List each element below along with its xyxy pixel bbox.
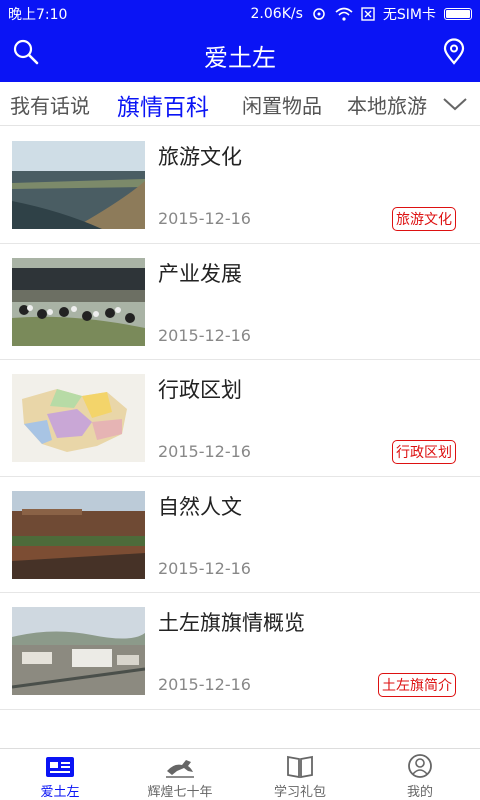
status-bar: 晚上7:10 2.06K/s 无SIM卡: [0, 0, 480, 26]
article-title: 旅游文化: [158, 145, 242, 169]
article-thumbnail: [12, 490, 145, 579]
status-right: 2.06K/s 无SIM卡: [251, 4, 472, 24]
article-tag: 土左旗简介: [378, 673, 456, 697]
article-date: 2015-12-16: [158, 325, 251, 345]
article-tag: 行政区划: [392, 440, 456, 464]
article-thumbnail: [12, 374, 145, 462]
nav-label: 我的: [406, 785, 433, 800]
chevron-down-icon: [443, 98, 467, 111]
category-tabs: 我有话说 旗情百科 闲置物品 本地旅游: [0, 82, 480, 126]
signal-icon: [313, 8, 325, 20]
nav-label: 爱土左: [40, 785, 80, 800]
article-row[interactable]: 土左旗旗情概览 2015-12-16 土左旗简介: [0, 593, 480, 710]
nav-home[interactable]: 爱土左: [0, 749, 120, 800]
article-row[interactable]: 旅游文化 2015-12-16 旅游文化: [0, 127, 480, 244]
article-thumbnail: [12, 141, 145, 229]
article-row[interactable]: 行政区划 2015-12-16 行政区划: [0, 360, 480, 477]
user-icon: [408, 754, 432, 778]
book-icon: [287, 755, 313, 779]
network-speed: 2.06K/s: [250, 6, 303, 22]
nav-profile[interactable]: 我的: [360, 749, 480, 800]
wifi-icon: [335, 7, 353, 21]
nav-study[interactable]: 学习礼包: [240, 749, 360, 800]
bottom-navigation: 爱土左 辉煌七十年 学习礼包 我的: [0, 748, 480, 800]
nav-label: 学习礼包: [273, 785, 326, 800]
article-title: 产业发展: [158, 261, 242, 286]
location-pin-icon[interactable]: [440, 38, 468, 66]
tab-0[interactable]: 我有话说: [10, 90, 90, 119]
sim-icon: [361, 7, 375, 21]
tab-3[interactable]: 本地旅游: [347, 90, 427, 119]
article-title: 行政区划: [158, 378, 242, 402]
article-date: 2015-12-16: [158, 558, 251, 578]
horse-icon: [166, 760, 194, 778]
battery-icon: [444, 8, 472, 20]
app-title: 爱土左: [204, 44, 276, 72]
nav-label: 辉煌七十年: [147, 785, 213, 800]
news-icon: [46, 757, 74, 777]
article-title: 土左旗旗情概览: [158, 611, 305, 635]
article-row[interactable]: 自然人文 2015-12-16: [0, 477, 480, 593]
article-date: 2015-12-16: [158, 442, 251, 461]
app-bar: 爱土左: [0, 26, 480, 82]
article-date: 2015-12-16: [158, 675, 251, 694]
article-thumbnail: [12, 257, 145, 346]
article-date: 2015-12-16: [158, 209, 251, 228]
sim-status: 无SIM卡: [382, 7, 436, 23]
status-time: 晚上7:10: [8, 7, 68, 23]
tab-1[interactable]: 旗情百科: [117, 88, 209, 122]
tab-2[interactable]: 闲置物品: [242, 90, 322, 119]
article-thumbnail: [12, 607, 145, 695]
tabs-more-button[interactable]: [430, 82, 480, 125]
article-list: 旅游文化 2015-12-16 旅游文化 产业发展 2015-12-16 行政区…: [0, 127, 480, 710]
article-title: 自然人文: [158, 494, 242, 519]
article-tag: 旅游文化: [392, 207, 456, 231]
article-row[interactable]: 产业发展 2015-12-16: [0, 244, 480, 360]
nav-seventy-years[interactable]: 辉煌七十年: [120, 749, 240, 800]
